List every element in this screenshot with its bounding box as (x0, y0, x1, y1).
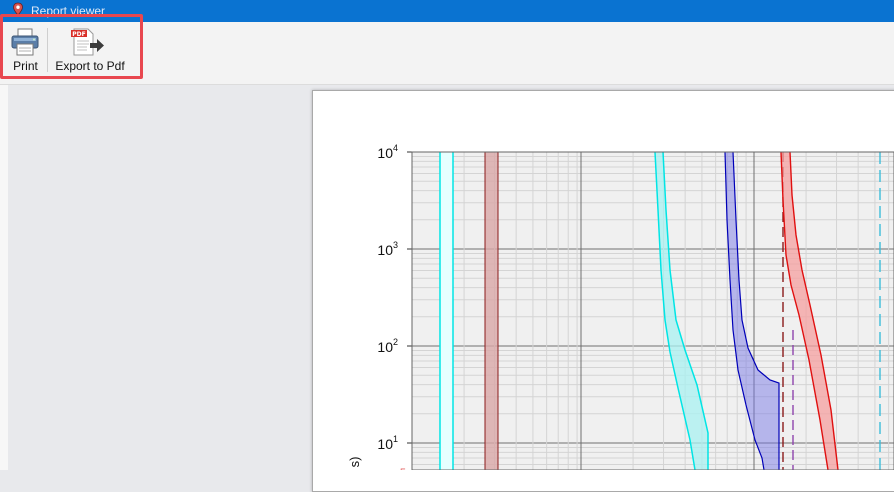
y-tick-label: 103 (377, 240, 398, 258)
y-tick-label: 102 (377, 337, 398, 355)
dark-red-band-fill (485, 152, 498, 470)
y-axis-label: s) (347, 457, 362, 468)
time-current-curve-chart: 1041031021015s) (347, 143, 894, 470)
y-tick-label: 101 (377, 434, 398, 452)
cyan-band-fill (440, 152, 453, 470)
y-tick-label: 104 (377, 143, 398, 161)
